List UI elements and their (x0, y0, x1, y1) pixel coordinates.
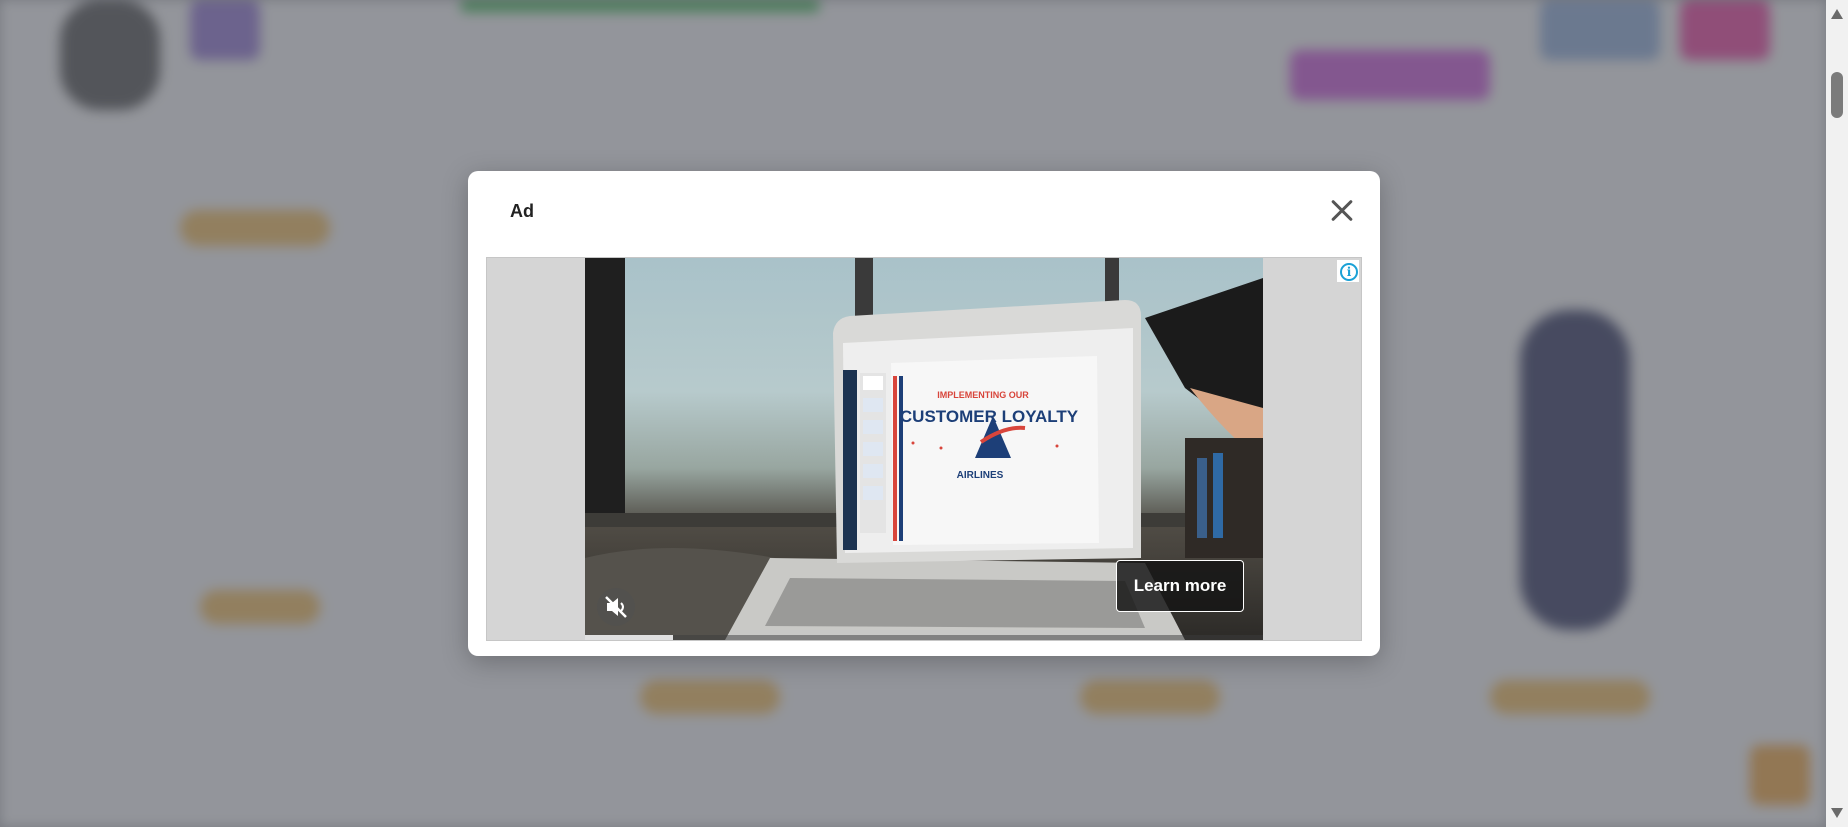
muted-speaker-glyph (605, 596, 627, 618)
scroll-down-arrow-icon[interactable] (1831, 808, 1843, 818)
modal-title: Ad (510, 201, 534, 221)
slide-logo-text: AIRLINES (957, 470, 1004, 481)
slide-heading-large: CUSTOMER LOYALTY (900, 407, 1079, 426)
slide-heading-small: IMPLEMENTING OUR (937, 390, 1029, 400)
scroll-up-arrow-icon[interactable] (1831, 9, 1843, 19)
close-icon[interactable] (1326, 195, 1358, 227)
video-progress-track[interactable] (585, 635, 1263, 640)
ad-video[interactable]: IMPLEMENTING OUR CUSTOMER LOYALTY AIRLIN… (585, 258, 1263, 640)
ad-frame: i IMPLEMENTING OUR CUSTOMER LOYALTY AIRL… (486, 257, 1362, 641)
scrollbar-thumb[interactable] (1831, 72, 1843, 118)
learn-more-button[interactable]: Learn more (1116, 560, 1244, 612)
page-scrollbar[interactable] (1826, 0, 1848, 827)
video-progress-fill (585, 635, 674, 640)
info-icon[interactable]: i (1337, 260, 1359, 282)
info-glyph: i (1340, 263, 1358, 281)
muted-speaker-icon[interactable] (597, 588, 635, 626)
ad-modal: Ad i IMPLEMENTING OUR CUSTOMER LOYALTY A… (468, 171, 1380, 656)
